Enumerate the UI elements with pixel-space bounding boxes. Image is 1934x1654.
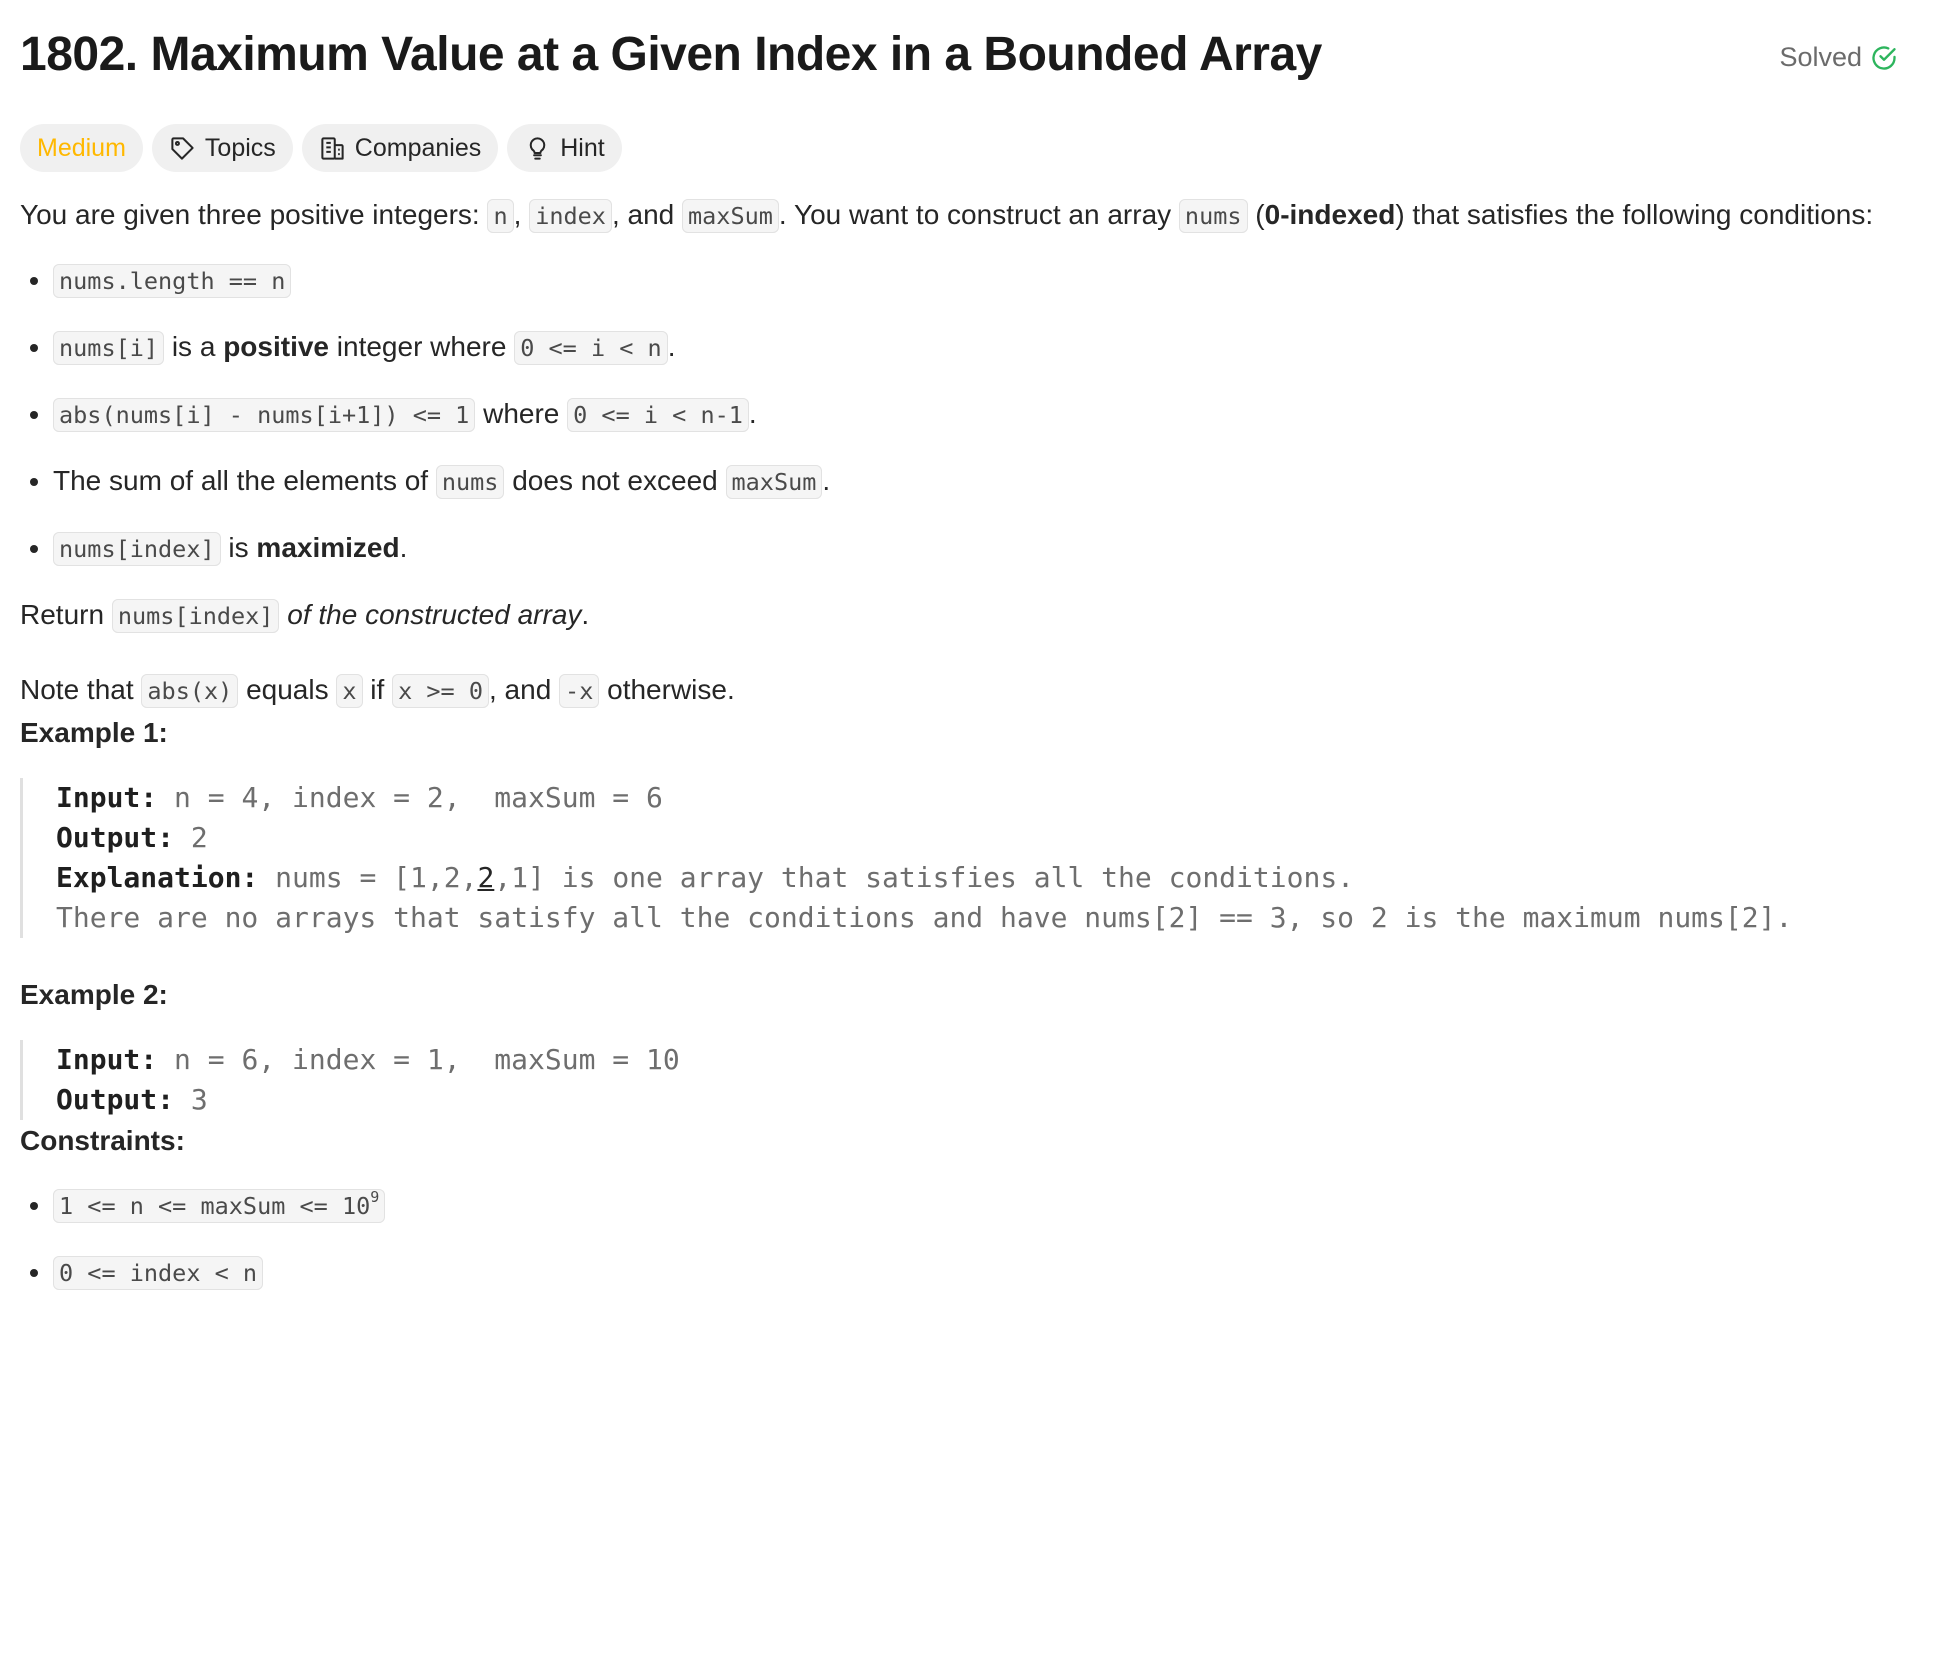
example-2-block: Input: n = 6, index = 1, maxSum = 10 Out… bbox=[20, 1040, 1914, 1120]
output-value: 3 bbox=[174, 1083, 208, 1116]
problem-title[interactable]: 1802. Maximum Value at a Given Index in … bbox=[20, 27, 1322, 82]
list-item: 1 <= n <= maxSum <= 109 bbox=[53, 1184, 1914, 1227]
explanation-text-line2: There are no arrays that satisfy all the… bbox=[56, 901, 1793, 934]
list-text: where bbox=[475, 398, 568, 429]
inline-code: x >= 0 bbox=[392, 674, 489, 708]
constraints-list: 1 <= n <= maxSum <= 109 0 <= index < n bbox=[20, 1184, 1914, 1294]
explanation-highlight: 2 bbox=[477, 861, 495, 894]
intro-text: ( bbox=[1247, 199, 1265, 230]
note-text: otherwise. bbox=[599, 674, 735, 705]
explanation-text: nums = [1,2, bbox=[258, 861, 478, 894]
italic-text: of the constructed array bbox=[287, 599, 582, 630]
bold-text: 0-indexed bbox=[1264, 199, 1396, 230]
inline-code: abs(nums[i] - nums[i+1]) <= 1 bbox=[53, 398, 476, 432]
bold-text: positive bbox=[223, 331, 329, 362]
list-item: 0 <= index < n bbox=[53, 1251, 1914, 1294]
inline-code: nums bbox=[435, 465, 505, 499]
difficulty-label: Medium bbox=[37, 133, 126, 162]
intro-text: , bbox=[513, 199, 530, 230]
inline-code: 1 <= n <= maxSum <= 109 bbox=[53, 1188, 386, 1223]
inline-code: n bbox=[487, 199, 514, 233]
explanation-text: ,1] is one array that satisfies all the … bbox=[494, 861, 1355, 894]
note-text: Note that bbox=[20, 674, 142, 705]
example-2-title: Example 2: bbox=[20, 979, 168, 1010]
lightbulb-icon bbox=[524, 135, 551, 162]
inline-code: index bbox=[529, 199, 612, 233]
topics-label: Topics bbox=[204, 133, 276, 162]
solved-status: Solved bbox=[1779, 42, 1898, 73]
list-item: The sum of all the elements of nums does… bbox=[53, 460, 1914, 503]
topics-button[interactable]: Topics bbox=[151, 124, 293, 172]
superscript: 9 bbox=[370, 1188, 380, 1206]
explanation-label: Explanation: bbox=[56, 861, 259, 894]
inline-code: nums bbox=[1178, 199, 1248, 233]
input-label: Input: bbox=[56, 781, 158, 814]
output-label: Output: bbox=[56, 821, 175, 854]
example-1-title: Example 1: bbox=[20, 717, 168, 748]
constraint-text: 1 <= n <= maxSum <= 10 bbox=[59, 1192, 371, 1220]
list-text: does not exceed bbox=[504, 465, 726, 496]
list-text: . bbox=[748, 398, 757, 429]
solved-label: Solved bbox=[1779, 42, 1862, 72]
intro-paragraph: You are given three positive integers: n… bbox=[20, 194, 1900, 237]
inline-code: 0 <= index < n bbox=[53, 1256, 264, 1290]
list-item: nums[i] is a positive integer where 0 <=… bbox=[53, 326, 1914, 369]
intro-text: , and bbox=[611, 199, 683, 230]
inline-code: maxSum bbox=[725, 465, 823, 499]
intro-text: . You want to construct an array bbox=[778, 199, 1179, 230]
inline-code: -x bbox=[559, 674, 600, 708]
input-label: Input: bbox=[56, 1043, 158, 1076]
companies-label: Companies bbox=[354, 133, 482, 162]
input-value: n = 4, index = 2, maxSum = 6 bbox=[157, 781, 663, 814]
building-icon bbox=[319, 135, 346, 162]
check-circle-icon bbox=[1870, 44, 1898, 72]
list-text: is a bbox=[164, 331, 224, 362]
note-text: equals bbox=[238, 674, 337, 705]
intro-text: You are given three positive integers: bbox=[20, 199, 488, 230]
list-text: is bbox=[220, 532, 257, 563]
bold-text: maximized bbox=[256, 532, 400, 563]
note-text: if bbox=[362, 674, 393, 705]
inline-code: nums[i] bbox=[53, 331, 165, 365]
tag-bar: Medium Topics Companies Hint bbox=[20, 124, 1914, 172]
problem-page: 1802. Maximum Value at a Given Index in … bbox=[0, 0, 1934, 1654]
inline-code: 0 <= i < n-1 bbox=[567, 398, 749, 432]
hint-button[interactable]: Hint bbox=[507, 124, 622, 172]
inline-code: nums[index] bbox=[53, 532, 221, 566]
inline-code: maxSum bbox=[682, 199, 779, 233]
return-text: Return bbox=[20, 599, 112, 630]
difficulty-badge: Medium bbox=[20, 124, 143, 172]
intro-text: ) that satisfies the following condition… bbox=[1395, 199, 1874, 230]
list-text: . bbox=[399, 532, 408, 563]
list-item: nums.length == n bbox=[53, 259, 1914, 302]
output-label: Output: bbox=[56, 1083, 175, 1116]
return-text: . bbox=[581, 599, 590, 630]
hint-label: Hint bbox=[560, 133, 605, 162]
list-text: integer where bbox=[329, 331, 515, 362]
inline-code: nums[index] bbox=[111, 599, 280, 633]
list-text: . bbox=[822, 465, 831, 496]
note-text: , and bbox=[488, 674, 560, 705]
constraints-title: Constraints: bbox=[20, 1125, 185, 1156]
problem-header: 1802. Maximum Value at a Given Index in … bbox=[20, 0, 1914, 124]
inline-code: 0 <= i < n bbox=[514, 331, 668, 365]
list-item: abs(nums[i] - nums[i+1]) <= 1 where 0 <=… bbox=[53, 393, 1914, 436]
return-paragraph: Return nums[index] of the constructed ar… bbox=[20, 594, 1914, 637]
inline-code: x bbox=[336, 674, 363, 708]
list-text: . bbox=[667, 331, 676, 362]
output-value: 2 bbox=[174, 821, 208, 854]
input-value: n = 6, index = 1, maxSum = 10 bbox=[157, 1043, 680, 1076]
example-1-block: Input: n = 4, index = 2, maxSum = 6 Outp… bbox=[20, 778, 1914, 938]
note-paragraph: Note that abs(x) equals x if x >= 0, and… bbox=[20, 669, 1914, 712]
problem-description: You are given three positive integers: n… bbox=[20, 194, 1914, 1294]
tag-icon bbox=[169, 135, 196, 162]
list-item: nums[index] is maximized. bbox=[53, 527, 1914, 570]
inline-code: abs(x) bbox=[141, 674, 239, 708]
companies-button[interactable]: Companies bbox=[301, 124, 499, 172]
inline-code: nums.length == n bbox=[53, 264, 292, 298]
conditions-list: nums.length == n nums[i] is a positive i… bbox=[20, 259, 1914, 570]
list-text: The sum of all the elements of bbox=[53, 465, 436, 496]
